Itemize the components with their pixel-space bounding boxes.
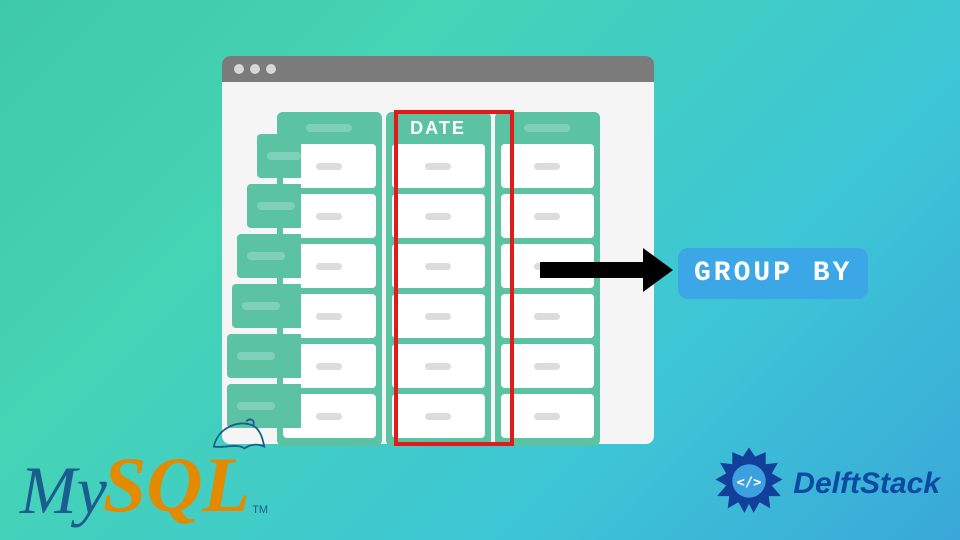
table-graphic: DATE: [277, 112, 600, 446]
table-row: [227, 334, 301, 378]
mysql-logo: My SQL TM: [20, 440, 268, 530]
table-left-edge: [227, 134, 301, 434]
arrow-icon: [540, 262, 645, 278]
app-window: DATE: [222, 56, 654, 444]
svg-text:</>: </>: [737, 474, 762, 490]
column-header: [495, 112, 600, 144]
date-column-label: DATE: [410, 118, 466, 139]
group-by-label: GROUP BY: [678, 248, 868, 299]
table-row: [257, 134, 301, 178]
table-cell: [501, 394, 594, 438]
table-row: [237, 234, 301, 278]
table-cell: [392, 394, 485, 438]
window-body: DATE: [222, 82, 654, 476]
table-cell: [392, 244, 485, 288]
delftstack-logo: </> DelftStack: [711, 446, 940, 522]
table-cell: [392, 194, 485, 238]
table-cell: [392, 144, 485, 188]
table-column: [495, 112, 600, 446]
table-cell: [392, 294, 485, 338]
delftstack-badge-icon: </>: [711, 446, 787, 522]
window-dot-icon: [250, 64, 260, 74]
table-cell: [392, 344, 485, 388]
mysql-logo-part1: My: [20, 451, 107, 530]
dolphin-icon: [212, 416, 266, 452]
table-cell: [501, 194, 594, 238]
table-row: [247, 184, 301, 228]
table-cell: [501, 294, 594, 338]
window-dot-icon: [234, 64, 244, 74]
table-row: [232, 284, 301, 328]
table-cell: [501, 344, 594, 388]
delftstack-text: DelftStack: [793, 467, 940, 501]
window-titlebar: [222, 56, 654, 82]
mysql-logo-part2: SQL: [103, 440, 250, 530]
date-column-header: DATE: [386, 112, 491, 144]
mysql-logo-tm: TM: [252, 504, 268, 516]
date-column: DATE: [386, 112, 491, 446]
table-cell: [501, 144, 594, 188]
window-dot-icon: [266, 64, 276, 74]
